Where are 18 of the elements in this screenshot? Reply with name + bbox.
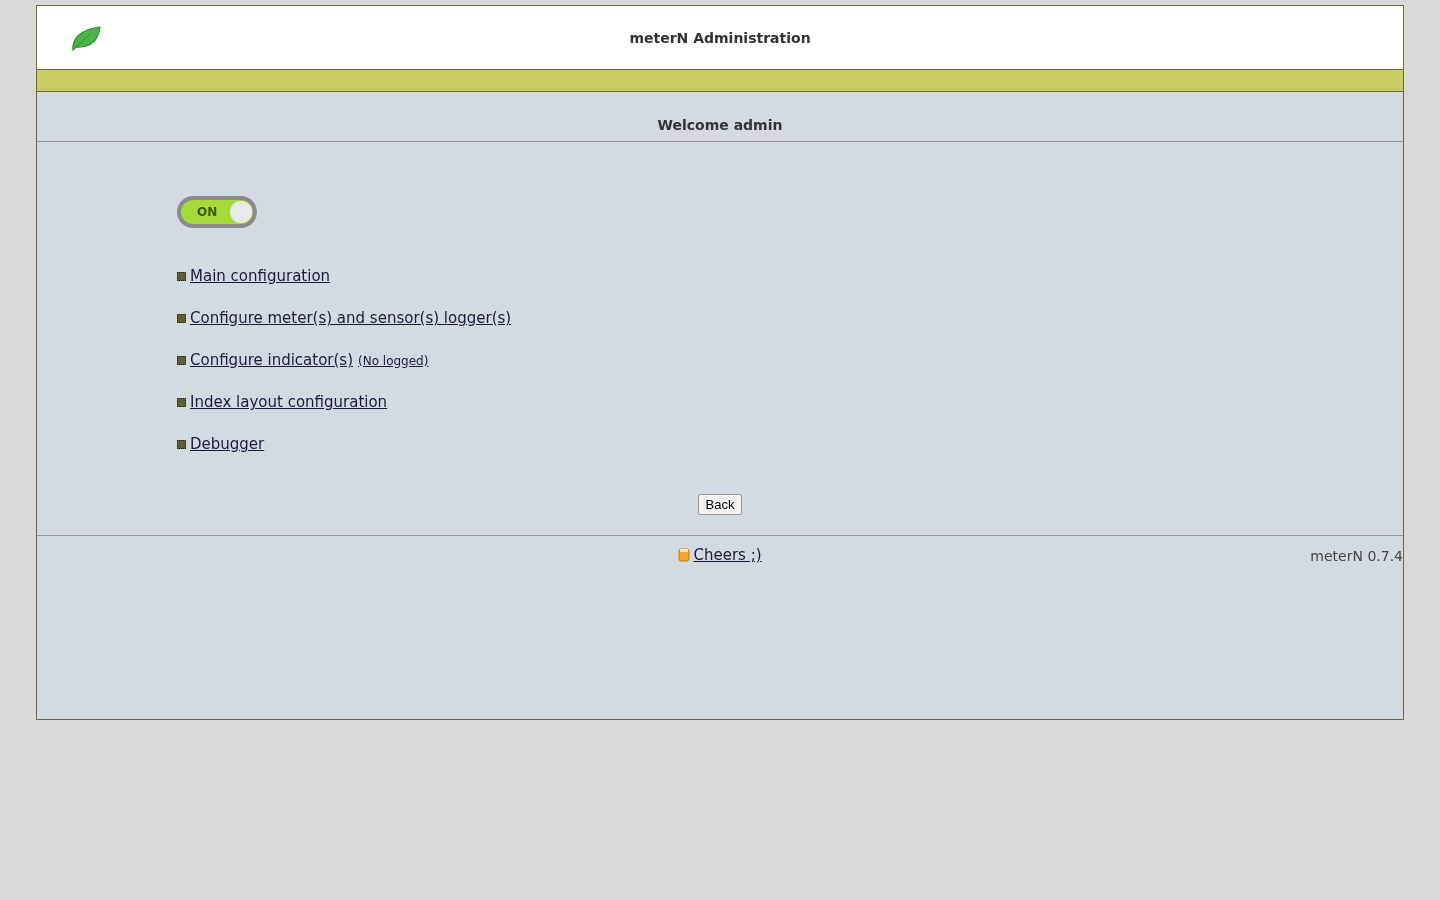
bullet-icon	[177, 397, 186, 407]
back-button[interactable]: Back	[697, 494, 743, 515]
cheers-link[interactable]: Cheers ;)	[693, 546, 762, 564]
bullet-icon	[177, 439, 186, 449]
page-title: meterN Administration	[629, 29, 811, 46]
bullet-icon	[177, 313, 186, 323]
version-text: meterN 0.7.4	[1310, 548, 1403, 564]
menu-link[interactable]: Debugger	[190, 435, 265, 453]
bullet-icon	[177, 355, 186, 365]
leaf-icon	[70, 24, 102, 52]
welcome-heading: Welcome admin	[37, 92, 1403, 142]
menu-link[interactable]: Configure meter(s) and sensor(s) logger(s)	[190, 309, 512, 327]
menu-link[interactable]: Main configuration	[190, 267, 331, 285]
menu-link[interactable]: Configure indicator(s) (No logged)	[190, 351, 429, 369]
menu-link[interactable]: Index layout configuration	[190, 393, 388, 411]
toggle-switch[interactable]: ON	[177, 196, 257, 228]
bullet-icon	[177, 271, 186, 281]
beer-icon	[678, 548, 691, 562]
